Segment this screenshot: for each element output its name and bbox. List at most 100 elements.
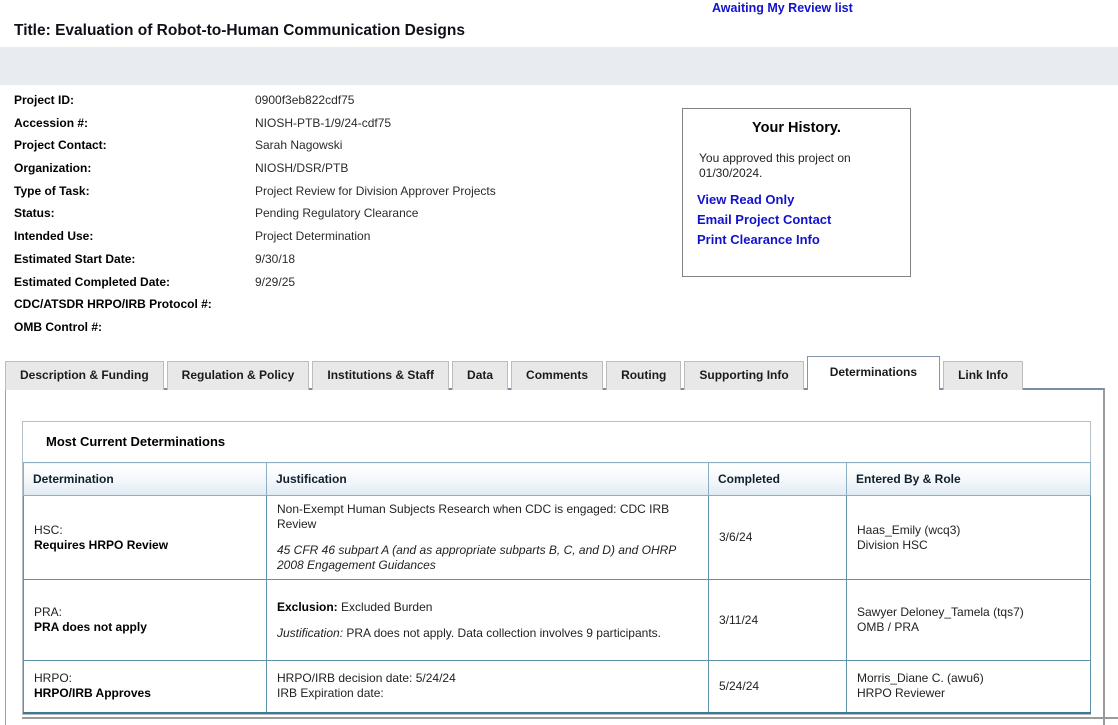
- determination-cell: HRPO:HRPO/IRB Approves: [24, 661, 267, 713]
- detail-value: NIOSH-PTB-1/9/24-cdf75: [255, 116, 391, 130]
- determination-type: HSC:: [34, 523, 63, 537]
- justification-line: Exclusion: Excluded Burden: [277, 600, 698, 615]
- detail-value: 0900f3eb822cdf75: [255, 93, 354, 107]
- detail-value: 9/30/18: [255, 252, 295, 266]
- entered-by-cell: Morris_Diane C. (awu6)HRPO Reviewer: [847, 661, 1091, 713]
- justification-line: Non-Exempt Human Subjects Research when …: [277, 502, 698, 532]
- detail-value: Project Determination: [255, 229, 370, 243]
- section-title: Most Current Determinations: [23, 422, 1090, 462]
- awaiting-my-review-link[interactable]: Awaiting My Review list: [712, 1, 853, 15]
- detail-row-project-id: Project ID:0900f3eb822cdf75: [14, 93, 654, 116]
- detail-row-hrpo-irb-protocol: CDC/ATSDR HRPO/IRB Protocol #:: [14, 297, 654, 320]
- tab-regulation-policy[interactable]: Regulation & Policy: [167, 361, 310, 390]
- detail-label: Project ID:: [14, 93, 255, 107]
- detail-row-omb-control: OMB Control #:: [14, 320, 654, 343]
- exclusion-text: Excluded Burden: [338, 600, 433, 614]
- entered-by-name: Morris_Diane C. (awu6): [857, 671, 984, 685]
- column-header-completed: Completed: [709, 463, 847, 496]
- determination-type: PRA:: [34, 605, 62, 619]
- justification-line: IRB Expiration date:: [277, 686, 698, 701]
- determination-cell: HSC:Requires HRPO Review: [24, 496, 267, 580]
- justification-cell: Non-Exempt Human Subjects Research when …: [267, 496, 709, 580]
- table-row-pra: PRA:PRA does not apply Exclusion: Exclud…: [24, 580, 1091, 661]
- determination-decision: Requires HRPO Review: [34, 538, 168, 552]
- history-links: View Read Only Email Project Contact Pri…: [697, 192, 910, 252]
- determination-cell: PRA:PRA does not apply: [24, 580, 267, 661]
- title-text: Evaluation of Robot-to-Human Communicati…: [55, 22, 465, 39]
- detail-row-type-of-task: Type of Task:Project Review for Division…: [14, 184, 654, 207]
- detail-value: NIOSH/DSR/PTB: [255, 161, 348, 175]
- exclusion-label: Exclusion:: [277, 600, 338, 614]
- table-row-hrpo: HRPO:HRPO/IRB Approves HRPO/IRB decision…: [24, 661, 1091, 713]
- detail-row-status: Status:Pending Regulatory Clearance: [14, 206, 654, 229]
- tab-supporting-info[interactable]: Supporting Info: [684, 361, 803, 390]
- detail-value: Pending Regulatory Clearance: [255, 206, 418, 220]
- justification-citation: 45 CFR 46 subpart A (and as appropriate …: [277, 543, 698, 573]
- determinations-section: Most Current Determinations Determinatio…: [22, 421, 1091, 715]
- entered-by-name: Haas_Emily (wcq3): [857, 523, 960, 537]
- title-label: Title:: [14, 22, 51, 39]
- determination-decision: PRA does not apply: [34, 620, 147, 634]
- detail-label: OMB Control #:: [14, 320, 255, 334]
- your-history-box: Your History. You approved this project …: [682, 108, 911, 277]
- detail-row-est-start-date: Estimated Start Date:9/30/18: [14, 252, 654, 275]
- entered-by-cell: Sawyer Deloney_Tamela (tqs7)OMB / PRA: [847, 580, 1091, 661]
- determination-type: HRPO:: [34, 671, 72, 685]
- history-title: Your History.: [683, 120, 910, 136]
- detail-label: Estimated Start Date:: [14, 252, 255, 266]
- print-clearance-info-link[interactable]: Print Clearance Info: [697, 232, 910, 247]
- detail-label: Type of Task:: [14, 184, 255, 198]
- entered-by-name: Sawyer Deloney_Tamela (tqs7): [857, 605, 1024, 619]
- tab-link-info[interactable]: Link Info: [943, 361, 1023, 390]
- detail-label: Accession #:: [14, 116, 255, 130]
- detail-row-project-contact: Project Contact:Sarah Nagowski: [14, 138, 654, 161]
- justification-text: PRA does not apply. Data collection invo…: [343, 626, 661, 640]
- table-row-hsc: HSC:Requires HRPO Review Non-Exempt Huma…: [24, 496, 1091, 580]
- table-header-row: Determination Justification Completed En…: [24, 463, 1091, 496]
- section-divider: [22, 717, 1118, 719]
- determination-decision: HRPO/IRB Approves: [34, 686, 151, 700]
- detail-row-organization: Organization:NIOSH/DSR/PTB: [14, 161, 654, 184]
- header-band: [0, 47, 1118, 85]
- entered-by-role: HRPO Reviewer: [857, 686, 945, 700]
- tab-bar: Description & Funding Regulation & Polic…: [0, 356, 1118, 390]
- column-header-determination: Determination: [24, 463, 267, 496]
- page-title: Title: Evaluation of Robot-to-Human Comm…: [14, 22, 465, 40]
- justification-line: Justification: PRA does not apply. Data …: [277, 626, 698, 641]
- detail-value: Sarah Nagowski: [255, 138, 342, 152]
- detail-row-accession: Accession #:NIOSH-PTB-1/9/24-cdf75: [14, 116, 654, 139]
- entered-by-role: Division HSC: [857, 538, 928, 552]
- email-project-contact-link[interactable]: Email Project Contact: [697, 212, 910, 227]
- tab-data[interactable]: Data: [452, 361, 508, 390]
- detail-label: Project Contact:: [14, 138, 255, 152]
- column-header-entered-by-role: Entered By & Role: [847, 463, 1091, 496]
- detail-row-intended-use: Intended Use:Project Determination: [14, 229, 654, 252]
- entered-by-role: OMB / PRA: [857, 620, 919, 634]
- history-message: You approved this project on 01/30/2024.: [699, 151, 896, 181]
- entered-by-cell: Haas_Emily (wcq3)Division HSC: [847, 496, 1091, 580]
- tab-determinations[interactable]: Determinations: [807, 356, 940, 390]
- detail-label: Organization:: [14, 161, 255, 175]
- detail-label: Status:: [14, 206, 255, 220]
- justification-line: HRPO/IRB decision date: 5/24/24: [277, 671, 698, 686]
- detail-value: Project Review for Division Approver Pro…: [255, 184, 496, 198]
- view-read-only-link[interactable]: View Read Only: [697, 192, 910, 207]
- detail-row-est-completed-date: Estimated Completed Date:9/29/25: [14, 275, 654, 298]
- detail-value: 9/29/25: [255, 275, 295, 289]
- justification-cell: Exclusion: Excluded Burden Justification…: [267, 580, 709, 661]
- completed-cell: 3/6/24: [709, 496, 847, 580]
- tab-routing[interactable]: Routing: [606, 361, 681, 390]
- tab-comments[interactable]: Comments: [511, 361, 603, 390]
- justification-label: Justification:: [277, 626, 343, 640]
- column-header-justification: Justification: [267, 463, 709, 496]
- detail-label: CDC/ATSDR HRPO/IRB Protocol #:: [14, 297, 255, 311]
- project-details: Project ID:0900f3eb822cdf75 Accession #:…: [14, 93, 654, 343]
- determinations-table: Determination Justification Completed En…: [23, 462, 1091, 714]
- detail-label: Intended Use:: [14, 229, 255, 243]
- completed-cell: 3/11/24: [709, 580, 847, 661]
- detail-label: Estimated Completed Date:: [14, 275, 255, 289]
- tab-description-funding[interactable]: Description & Funding: [5, 361, 164, 390]
- justification-cell: HRPO/IRB decision date: 5/24/24 IRB Expi…: [267, 661, 709, 713]
- tab-institutions-staff[interactable]: Institutions & Staff: [312, 361, 449, 390]
- completed-cell: 5/24/24: [709, 661, 847, 713]
